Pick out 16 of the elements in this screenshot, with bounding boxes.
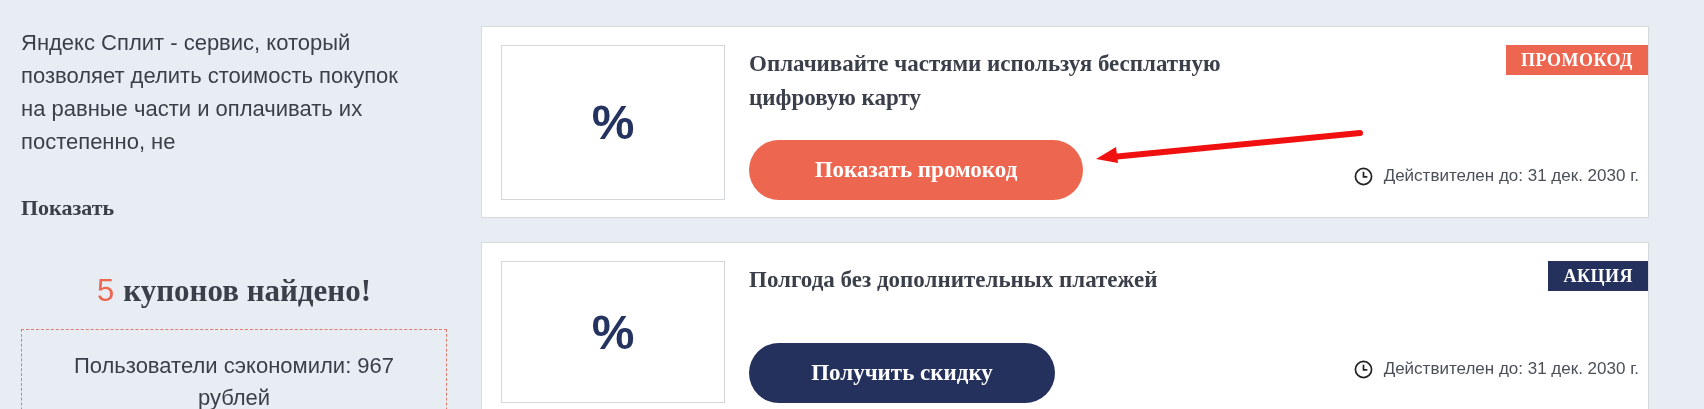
percent-icon: % [591,95,635,150]
coupon-title: Полгода без дополнительных платежей [749,266,1159,294]
coupon-type-badge: АКЦИЯ [1548,261,1648,291]
clock-icon [1353,359,1373,379]
get-discount-button[interactable]: Получить скидку [749,343,1055,403]
savings-text: Пользователи сэкономили: 967 рублей [72,352,396,409]
expiry-date: Действителен до: 31 дек. 2030 г. [1383,359,1639,379]
clock-icon [1353,166,1373,186]
show-more-link[interactable]: Показать [21,195,115,221]
expiry-date: Действителен до: 31 дек. 2030 г. [1383,166,1639,186]
coupon-title: Оплачивайте частями используя бесплатную цифровую карту [749,50,1222,112]
percent-icon: % [591,304,635,360]
coupon-type-badge: ПРОМОКОД [1506,45,1648,75]
coupons-found-heading: купонов найдено! [123,273,371,308]
coupon-count: 5 [97,273,115,308]
description-text: Яндекс Сплит - сервис, который позволяет делить стоимость покупок на равные части и оплачивать их постепенно, не [21,29,399,156]
